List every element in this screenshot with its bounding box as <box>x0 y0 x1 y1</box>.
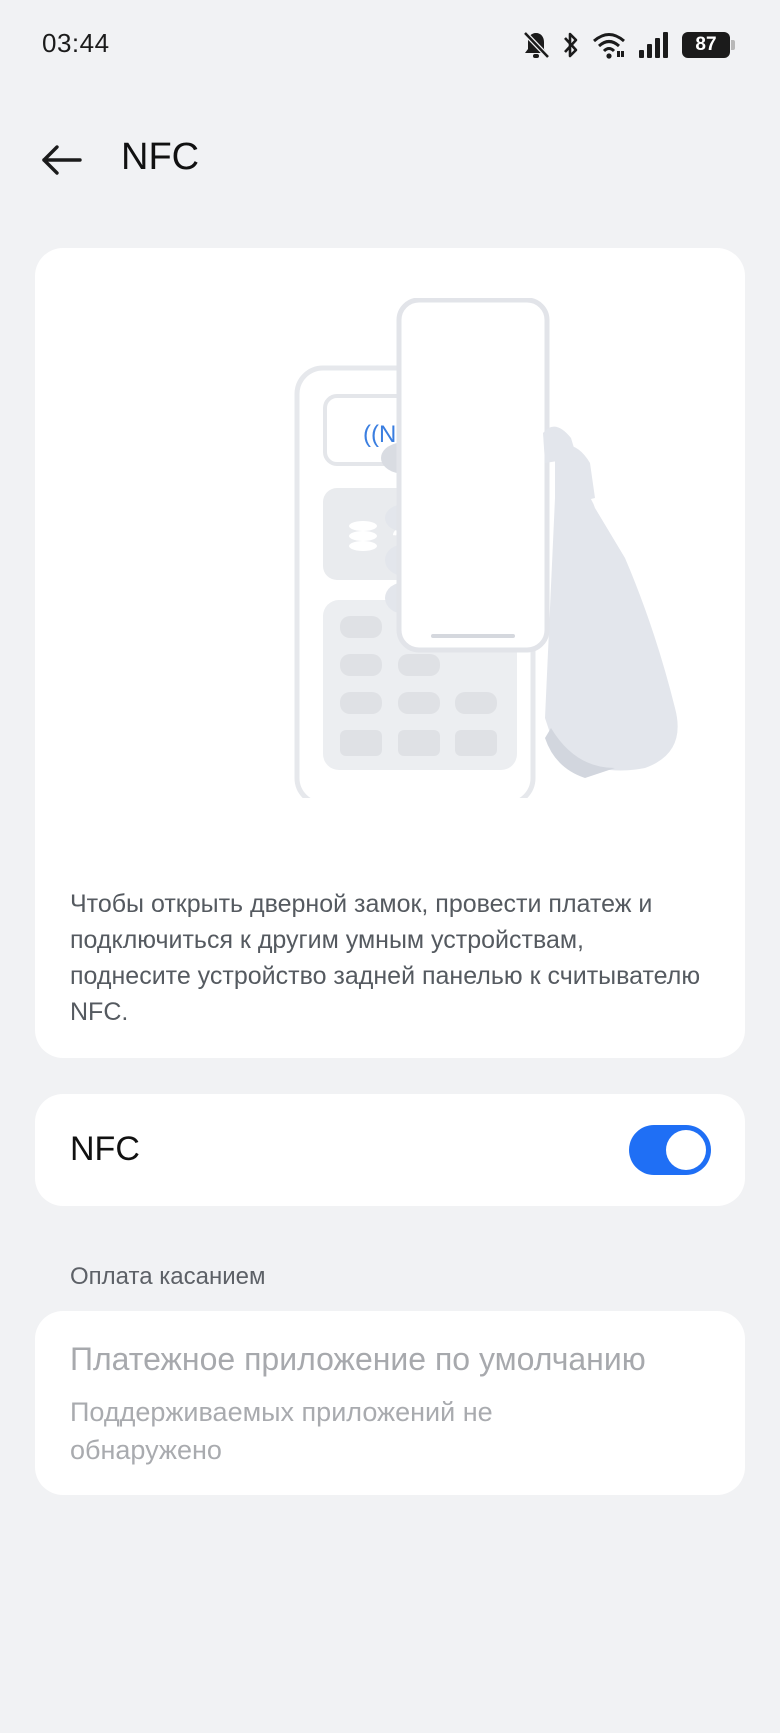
bell-off-icon <box>522 30 550 60</box>
nfc-toggle-switch[interactable] <box>629 1125 711 1175</box>
battery-icon: 87 <box>682 32 735 58</box>
back-button[interactable] <box>30 128 94 192</box>
default-payment-app-title: Платежное приложение по умолчанию <box>70 1341 646 1377</box>
top-app-bar: NFC <box>0 120 780 200</box>
arrow-left-icon <box>42 145 82 175</box>
nfc-toggle-label: NFC <box>70 1130 140 1168</box>
default-payment-app-row[interactable]: Платежное приложение по умолчанию Поддер… <box>35 1311 745 1495</box>
nfc-description: Чтобы открыть дверной замок, провести пл… <box>70 890 701 1026</box>
section-header-tap-to-pay: Оплата касанием <box>70 1263 266 1290</box>
status-time: 03:44 <box>42 28 110 58</box>
bluetooth-icon <box>562 30 580 60</box>
nfc-toggle-row[interactable]: NFC <box>35 1094 745 1206</box>
wifi-icon <box>592 31 626 59</box>
signal-icon <box>638 31 670 59</box>
nfc-illustration: ((N)) 2,0 <box>294 298 678 798</box>
toggle-knob <box>666 1130 706 1170</box>
status-bar: 03:44 87 <box>0 0 780 90</box>
status-icons: 87 <box>522 28 735 62</box>
default-payment-app-subtitle: Поддерживаемых приложений не обнаружено <box>70 1397 493 1465</box>
nfc-info-card: ((N)) 2,0 <box>35 248 745 1058</box>
page-title: NFC <box>121 136 200 178</box>
